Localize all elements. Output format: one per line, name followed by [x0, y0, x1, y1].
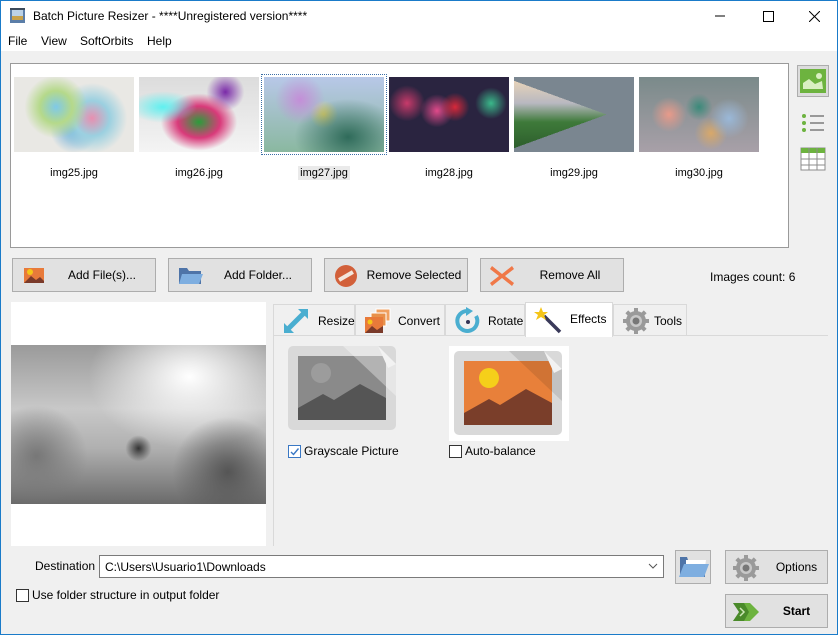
- start-label: Start: [782, 604, 811, 618]
- add-folder-button[interactable]: Add Folder...: [168, 258, 312, 292]
- minimize-icon: [715, 15, 725, 17]
- thumbnail-caption: img26.jpg: [175, 167, 223, 179]
- checkmark-icon: [290, 447, 300, 456]
- image-preview: [11, 302, 266, 546]
- menu-view[interactable]: View: [41, 34, 67, 48]
- use-folder-structure-box[interactable]: [16, 588, 29, 602]
- thumbnail-caption: img29.jpg: [550, 167, 598, 179]
- remove-selected-button[interactable]: Remove Selected: [324, 258, 468, 292]
- close-button[interactable]: [791, 1, 837, 31]
- thumbnail-image: [261, 74, 387, 155]
- destination-label: Destination: [35, 559, 96, 573]
- use-folder-structure-checkbox[interactable]: Use folder structure in output folder: [16, 588, 219, 602]
- menu-bar: File View SoftOrbits Help: [1, 31, 837, 51]
- maximize-icon: [762, 10, 774, 22]
- tab-convert-label: Convert: [398, 313, 441, 328]
- thumbnail-item[interactable]: img26.jpg: [139, 64, 259, 184]
- remove-selected-label: Remove Selected: [366, 268, 462, 282]
- destination-value: C:\Users\Usuario1\Downloads: [105, 560, 266, 574]
- tab-rotate[interactable]: Rotate: [445, 304, 525, 336]
- grayscale-picture-icon: [288, 346, 396, 430]
- add-files-button[interactable]: Add File(s)...: [12, 258, 156, 292]
- convert-images-icon: [365, 308, 391, 333]
- chevron-down-icon[interactable]: [647, 560, 659, 572]
- minimize-button[interactable]: [697, 1, 743, 31]
- rotate-icon: [455, 306, 480, 333]
- add-files-label: Add File(s)...: [67, 268, 136, 282]
- close-icon: [808, 10, 820, 22]
- menu-softorbits[interactable]: SoftOrbits: [80, 34, 133, 48]
- add-image-icon: [24, 268, 44, 283]
- start-arrow-icon: [733, 603, 759, 621]
- delete-x-icon: [490, 266, 514, 286]
- thumbnail-list[interactable]: img25.jpg img26.jpg img27.jpg img28.jpg …: [10, 63, 789, 248]
- tab-effects[interactable]: Effects: [525, 302, 613, 337]
- tab-tools[interactable]: Tools: [613, 304, 687, 336]
- resize-arrow-icon: [284, 308, 308, 333]
- app-window: Batch Picture Resizer - ****Unregistered…: [0, 0, 838, 635]
- browse-folder-button[interactable]: [675, 550, 711, 584]
- thumbnail-caption: img25.jpg: [50, 167, 98, 179]
- remove-all-button[interactable]: Remove All: [480, 258, 624, 292]
- options-button[interactable]: Options: [725, 550, 828, 584]
- thumbnail-item[interactable]: img29.jpg: [514, 64, 634, 184]
- images-count: Images count: 6: [710, 270, 796, 284]
- grayscale-label: Grayscale Picture: [304, 444, 399, 458]
- grayscale-checkbox-box[interactable]: [288, 444, 301, 458]
- options-label: Options: [775, 560, 818, 574]
- remove-icon: [335, 265, 357, 287]
- gear-icon: [733, 555, 759, 581]
- thumbnail-item-selected[interactable]: img27.jpg: [261, 64, 387, 184]
- list-view-icon: [802, 114, 824, 132]
- remove-all-label: Remove All: [539, 268, 601, 282]
- preview-image: [11, 345, 266, 504]
- tab-rotate-label: Rotate: [488, 313, 524, 328]
- tab-bar: Resize Convert Rotate Effects Tools: [273, 302, 828, 337]
- grayscale-checkbox[interactable]: Grayscale Picture: [288, 444, 399, 458]
- app-icon: [10, 8, 25, 23]
- table-view-icon: [800, 147, 826, 171]
- tab-resize-label: Resize: [318, 313, 355, 328]
- menu-help[interactable]: Help: [147, 34, 172, 48]
- tab-effects-label: Effects: [570, 312, 607, 326]
- table-view-button[interactable]: [797, 143, 829, 175]
- thumbnail-image: [139, 77, 259, 152]
- thumbnail-view-button[interactable]: [797, 65, 829, 97]
- gear-icon: [623, 307, 649, 334]
- open-folder-icon: [679, 557, 709, 577]
- tab-tools-label: Tools: [654, 313, 683, 328]
- grayscale-effect-preview[interactable]: [288, 346, 408, 441]
- auto-balance-checkbox[interactable]: Auto-balance: [449, 444, 536, 458]
- thumbnail-image: [389, 77, 509, 152]
- auto-balance-effect-preview[interactable]: [449, 346, 569, 441]
- magic-wand-icon: [534, 307, 562, 334]
- thumbnail-caption: img30.jpg: [675, 167, 723, 179]
- thumbnail-caption: img27.jpg: [298, 166, 350, 180]
- title-bar: Batch Picture Resizer - ****Unregistered…: [1, 1, 837, 31]
- thumbnail-image: [639, 77, 759, 152]
- effects-panel: Grayscale Picture Auto-balance: [273, 336, 828, 546]
- thumbnail-image: [14, 77, 134, 152]
- menu-file[interactable]: File: [8, 34, 27, 48]
- thumbnail-item[interactable]: img25.jpg: [14, 64, 134, 184]
- add-folder-label: Add Folder...: [223, 268, 293, 282]
- auto-balance-checkbox-box[interactable]: [449, 444, 462, 458]
- maximize-button[interactable]: [745, 1, 791, 31]
- thumbnail-item[interactable]: img28.jpg: [389, 64, 509, 184]
- thumbnail-view-icon: [800, 69, 826, 93]
- start-button[interactable]: Start: [725, 594, 828, 628]
- tab-convert[interactable]: Convert: [355, 304, 445, 336]
- thumbnail-image: [514, 77, 634, 152]
- destination-combobox[interactable]: C:\Users\Usuario1\Downloads: [99, 555, 664, 578]
- folder-icon: [179, 268, 203, 284]
- window-title: Batch Picture Resizer - ****Unregistered…: [33, 9, 308, 23]
- auto-balance-label: Auto-balance: [465, 444, 536, 458]
- tab-resize[interactable]: Resize: [273, 304, 355, 336]
- list-view-button[interactable]: [797, 107, 829, 139]
- thumbnail-item[interactable]: img30.jpg: [639, 64, 759, 184]
- auto-balance-picture-icon: [454, 351, 562, 435]
- thumbnail-caption: img28.jpg: [425, 167, 473, 179]
- use-folder-structure-label: Use folder structure in output folder: [32, 588, 220, 602]
